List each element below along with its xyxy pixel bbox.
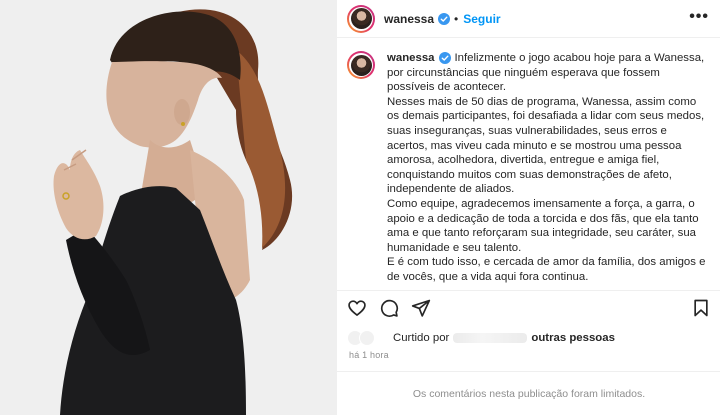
caption-paragraph-2: Nesses mais de 50 dias de programa, Wane… [387, 95, 705, 196]
caption-avatar[interactable] [347, 51, 375, 79]
verified-badge-icon [438, 51, 451, 64]
portrait-photo [0, 0, 336, 415]
comment-icon[interactable] [379, 298, 399, 318]
likes-summary[interactable]: Curtido por outras pessoas [347, 329, 615, 347]
heart-icon[interactable] [347, 298, 367, 318]
bookmark-icon[interactable] [691, 298, 711, 318]
more-options-icon[interactable]: ••• [689, 9, 709, 25]
likes-prefix: Curtido por [393, 332, 450, 344]
likes-suffix[interactable]: outras pessoas [531, 332, 615, 344]
liker-avatars [347, 330, 387, 346]
avatar-image [350, 8, 372, 29]
liker-avatar [359, 330, 375, 346]
post-timestamp[interactable]: há 1 hora [349, 350, 389, 360]
avatar[interactable] [347, 4, 375, 33]
avatar-image [350, 54, 372, 76]
action-bar [337, 290, 720, 324]
verified-badge-icon [438, 12, 451, 25]
blurred-username [453, 333, 528, 343]
share-icon[interactable] [411, 298, 431, 318]
separator-dot: • [454, 11, 459, 26]
caption-username[interactable]: wanessa [387, 52, 435, 64]
caption-paragraph: wanessa Infelizmente o jogo acabou hoje p… [387, 51, 707, 95]
caption-text: wanessa Infelizmente o jogo acabou hoje p… [387, 51, 707, 290]
comments-limited-notice: Os comentários nesta publicação foram li… [337, 371, 720, 415]
caption: wanessa Infelizmente o jogo acabou hoje p… [337, 39, 720, 290]
caption-paragraph-3: Como equipe, agradecemos imensamente a f… [387, 197, 699, 254]
post-photo[interactable] [0, 0, 336, 415]
post-header: wanessa • Seguir ••• [337, 0, 720, 38]
header-username[interactable]: wanessa [384, 12, 434, 26]
caption-paragraph-4: E é com tudo isso, e cercada de amor da … [387, 256, 706, 283]
follow-button[interactable]: Seguir [463, 12, 500, 26]
post-panel: wanessa • Seguir ••• wanessa Infelizmente… [336, 0, 720, 415]
comments-limited-text: Os comentários nesta publicação foram li… [412, 387, 646, 400]
